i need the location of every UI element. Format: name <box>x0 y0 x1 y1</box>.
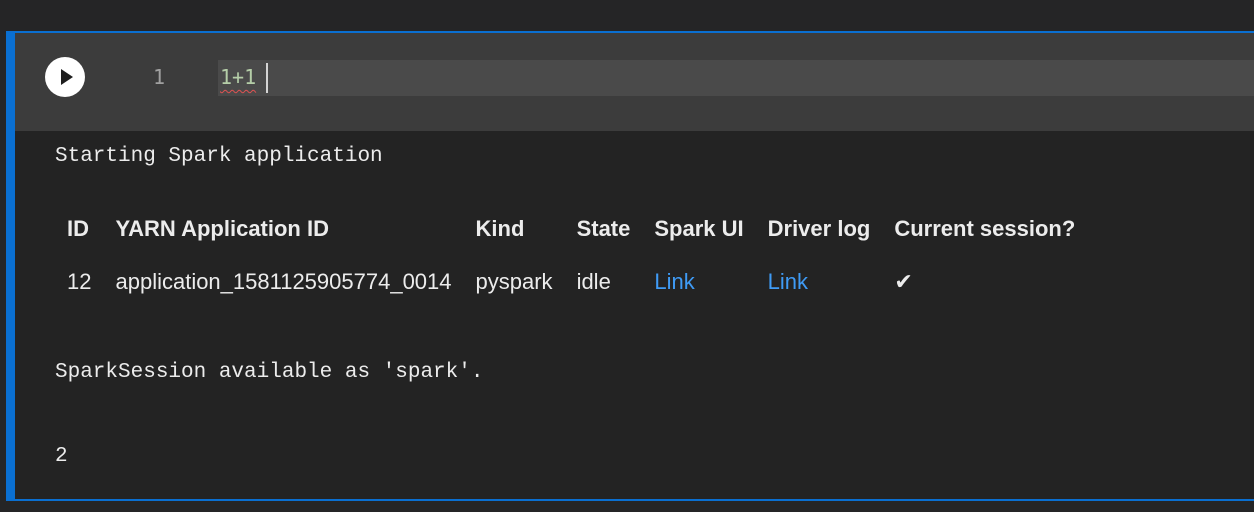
code-editor[interactable]: 1 1+1 <box>15 33 1254 131</box>
header-state: State <box>576 216 631 241</box>
cell-spark-ui: Link <box>642 249 755 315</box>
spark-ui-link[interactable]: Link <box>654 269 694 294</box>
code-line[interactable]: 1+1 <box>218 60 1254 96</box>
header-kind: Kind <box>475 216 525 241</box>
cell-driver-log: Link <box>756 249 883 315</box>
cell-id: 12 <box>67 269 92 294</box>
header-yarn-application-id: YARN Application ID <box>115 216 329 241</box>
table-header-row: ID YARN Application ID Kind State Spark … <box>55 209 1087 249</box>
header-current-session: Current session? <box>894 216 1076 241</box>
notebook-cell[interactable]: 1 1+1 Starting Spark application ID YARN… <box>6 31 1254 501</box>
result-value: 2 <box>55 445 68 468</box>
run-cell-button[interactable] <box>45 57 85 97</box>
code-text[interactable]: 1+1 <box>220 65 256 89</box>
cell-yarn-application-id: application_1581125905774_0014 <box>115 269 452 294</box>
cell-state: idle <box>576 269 611 294</box>
starting-spark-text: Starting Spark application <box>55 145 383 168</box>
driver-log-link[interactable]: Link <box>768 269 808 294</box>
spark-session-text: SparkSession available as 'spark'. <box>55 361 484 384</box>
header-driver-log: Driver log <box>767 216 871 241</box>
spark-session-table: ID YARN Application ID Kind State Spark … <box>55 209 1087 315</box>
line-number: 1 <box>152 65 165 89</box>
cell-current-session: ✔ <box>882 249 1087 315</box>
cell-output: Starting Spark application ID YARN Appli… <box>15 131 1254 499</box>
header-id: ID <box>67 216 89 241</box>
cell-kind: pyspark <box>475 269 553 294</box>
header-spark-ui: Spark UI <box>654 216 744 241</box>
table-row: 12 application_1581125905774_0014 pyspar… <box>55 249 1087 315</box>
text-cursor <box>266 63 268 93</box>
active-cell-indicator <box>8 33 15 499</box>
checkmark-icon: ✔ <box>894 269 913 294</box>
play-icon <box>61 69 73 85</box>
